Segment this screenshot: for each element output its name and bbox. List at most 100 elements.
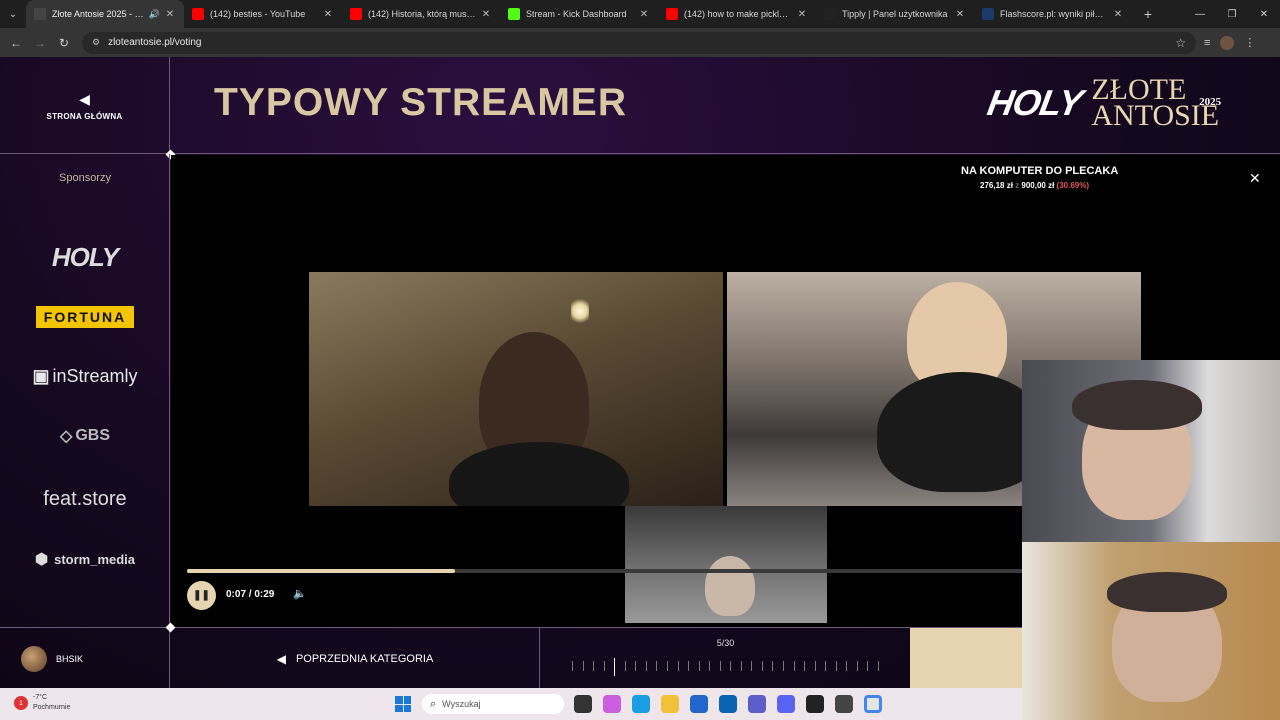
reload-icon[interactable]: ↻ xyxy=(52,36,76,50)
tab-favicon-icon xyxy=(982,8,994,20)
goal-of: z xyxy=(1015,181,1020,190)
previous-category-button[interactable]: ◀ POPRZEDNIA KATEGORIA xyxy=(171,628,540,688)
temperature: -7°C xyxy=(33,694,48,701)
browser-menu-icon[interactable]: ⋮ xyxy=(1244,36,1255,49)
sponsor-storm-media-logo[interactable]: ⬢ storm_media xyxy=(0,550,170,568)
task-view-icon[interactable] xyxy=(574,695,592,713)
logo-year: 2025 xyxy=(1199,96,1222,108)
instreamly-text: inStreamly xyxy=(52,366,138,386)
sponsor-featstore-logo[interactable]: feat.store xyxy=(0,488,170,511)
discord-icon[interactable] xyxy=(777,695,795,713)
close-icon[interactable]: ✕ xyxy=(1249,170,1261,187)
arrow-left-icon: ◀ xyxy=(276,651,286,666)
category-tick xyxy=(666,661,668,671)
page-header: ◀ STRONA GŁÓWNA TYPOWY STREAMER HOLY ZŁO… xyxy=(0,57,1280,154)
windows-taskbar: 1 -7°C Pochmurnie ⌕ Wyszukaj xyxy=(0,688,1022,720)
close-window-icon[interactable]: ✕ xyxy=(1248,9,1280,20)
event-logo: HOLY ZŁOTE ANTOSIE 2025 xyxy=(984,75,1222,131)
category-tick xyxy=(846,661,848,671)
browser-tab[interactable]: (142) besties - YouTube ✕ xyxy=(184,0,342,28)
pause-button[interactable]: ❚❚ xyxy=(187,581,216,610)
category-counter: 5/30 xyxy=(716,638,735,648)
file-explorer-icon[interactable] xyxy=(661,695,679,713)
edge-icon[interactable] xyxy=(632,695,650,713)
gbs-mark-icon: ◇ xyxy=(60,428,73,445)
weather-desc: Pochmurnie xyxy=(33,704,71,711)
volume-icon[interactable]: 🔈 xyxy=(293,587,307,600)
tab-close-icon[interactable]: ✕ xyxy=(164,9,176,20)
tab-close-icon[interactable]: ✕ xyxy=(796,9,808,20)
category-tick xyxy=(814,661,816,671)
category-tick xyxy=(772,661,774,671)
start-button-icon[interactable] xyxy=(395,696,411,712)
restore-icon[interactable]: ❐ xyxy=(1216,9,1248,20)
search-placeholder: Wyszukaj xyxy=(442,699,481,709)
tab-favicon-icon xyxy=(34,8,46,20)
category-tick xyxy=(645,661,647,671)
sponsor-fortuna-logo[interactable]: FORTUNA xyxy=(0,306,170,328)
url-field[interactable]: ⚙ zloteantosie.pl/voting ☆ xyxy=(82,31,1196,54)
browser-tab[interactable]: (142) Historia, którą musisz zna ✕ xyxy=(342,0,500,28)
person-face xyxy=(705,556,755,616)
site-info-icon[interactable]: ⚙ xyxy=(92,37,100,48)
outlook-icon[interactable] xyxy=(719,695,737,713)
browser-tab[interactable]: Tipply | Panel użytkownika ✕ xyxy=(816,0,974,28)
category-tick xyxy=(656,661,658,671)
category-tick xyxy=(698,661,700,671)
category-title: TYPOWY STREAMER xyxy=(214,81,627,124)
tab-audio-icon[interactable]: 🔊 xyxy=(149,9,160,20)
new-tab-button[interactable]: + xyxy=(1136,6,1160,22)
chrome-icon[interactable] xyxy=(864,695,882,713)
back-icon[interactable]: ← xyxy=(4,36,28,50)
category-tick xyxy=(677,661,679,671)
donation-goal-title: NA KOMPUTER DO PLECAKA xyxy=(961,165,1119,177)
taskbar-search[interactable]: ⌕ Wyszukaj xyxy=(422,694,564,714)
bookmark-star-icon[interactable]: ☆ xyxy=(1175,36,1186,50)
taskbar-apps xyxy=(574,695,882,713)
tab-strip: Złote Antosie 2025 - Najwię🔊✕(142) besti… xyxy=(26,0,1132,28)
sponsor-gbs-logo[interactable]: ◇ GBS xyxy=(0,426,170,446)
category-tick xyxy=(593,661,595,671)
browser-tab[interactable]: Złote Antosie 2025 - Najwię 🔊 ✕ xyxy=(26,0,184,28)
weather-widget[interactable]: 1 -7°C Pochmurnie xyxy=(14,693,70,713)
forward-icon[interactable]: → xyxy=(28,36,52,50)
category-tick xyxy=(856,661,858,671)
tab-close-icon[interactable]: ✕ xyxy=(1112,9,1124,20)
store-icon[interactable] xyxy=(690,695,708,713)
home-button[interactable]: ◀ STRONA GŁÓWNA xyxy=(0,57,170,154)
arrow-left-icon: ◀ xyxy=(79,90,90,107)
media-controls-icon[interactable]: ≡ xyxy=(1204,37,1210,49)
tab-favicon-icon xyxy=(192,8,204,20)
category-tick xyxy=(783,661,785,671)
minimize-icon[interactable]: — xyxy=(1184,9,1216,20)
copilot-icon[interactable] xyxy=(603,695,621,713)
app-icon[interactable] xyxy=(806,695,824,713)
video-frame-left xyxy=(309,272,723,506)
teams-icon[interactable] xyxy=(748,695,766,713)
category-tick xyxy=(751,661,753,671)
headphones xyxy=(1072,380,1202,430)
tab-search-icon[interactable]: ⌄ xyxy=(0,0,26,28)
obs-icon[interactable] xyxy=(835,695,853,713)
sponsor-instreamly-logo[interactable]: ▣ inStreamly xyxy=(0,366,170,387)
donation-goal-amount: 276,18 zł z 900,00 zł (30.69%) xyxy=(980,181,1089,190)
category-tick xyxy=(603,661,605,671)
sponsor-holy-logo[interactable]: HOLY xyxy=(0,242,170,273)
tab-close-icon[interactable]: ✕ xyxy=(480,9,492,20)
address-bar: ← → ↻ ⚙ zloteantosie.pl/voting ☆ ≡ ⋮ xyxy=(0,28,1280,57)
tab-close-icon[interactable]: ✕ xyxy=(638,9,650,20)
category-progress: 5/30 xyxy=(541,628,910,688)
category-tick xyxy=(740,661,742,671)
category-tick xyxy=(867,661,869,671)
user-profile[interactable]: BHSIK xyxy=(0,628,170,688)
tab-close-icon[interactable]: ✕ xyxy=(322,9,334,20)
category-tick xyxy=(572,661,573,671)
zlote-antosie-logo: ZŁOTE ANTOSIE 2025 xyxy=(1091,75,1222,131)
tab-close-icon[interactable]: ✕ xyxy=(954,9,966,20)
previous-category-label: POPRZEDNIA KATEGORIA xyxy=(295,652,434,665)
category-tick xyxy=(582,661,584,671)
browser-tab[interactable]: Stream - Kick Dashboard ✕ xyxy=(500,0,658,28)
profile-avatar[interactable] xyxy=(1220,35,1235,50)
browser-tab[interactable]: (142) how to make pickle peps ✕ xyxy=(658,0,816,28)
browser-tab[interactable]: Flashscore.pl: wyniki piłki nożn ✕ xyxy=(974,0,1132,28)
